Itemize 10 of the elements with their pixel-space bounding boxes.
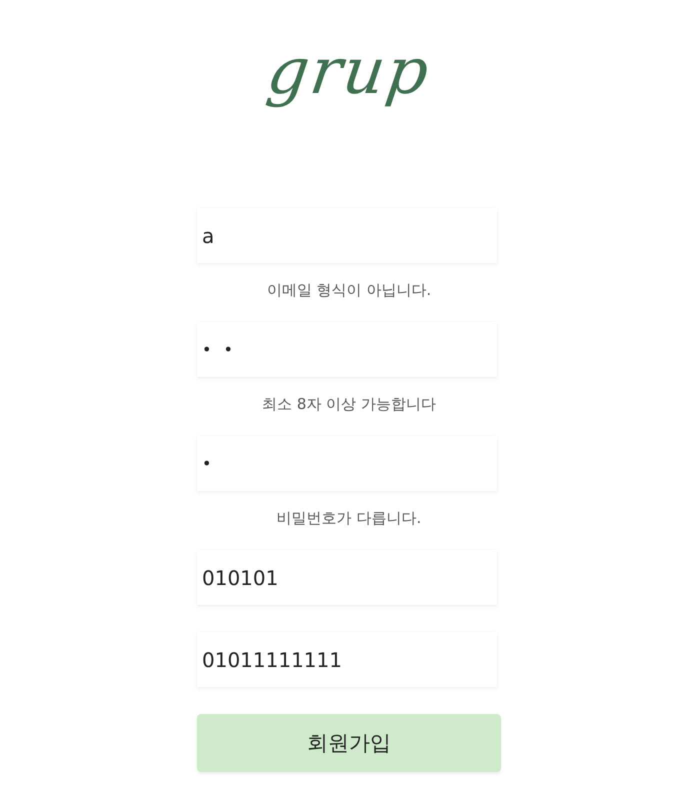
error-message: 비밀번호가 다릅니다. [276, 509, 422, 528]
password-field[interactable]: •• [197, 322, 497, 377]
error-message: 최소 8자 이상 가능합니다 [261, 395, 437, 414]
input-field[interactable]: 010101 [197, 550, 497, 605]
error-message: 이메일 형식이 아닙니다. [266, 281, 432, 300]
signup-button[interactable]: 회원가입 [197, 714, 501, 772]
input-field[interactable]: a [197, 208, 497, 263]
password-field[interactable]: • [197, 436, 497, 491]
input-field[interactable]: 01011111111 [197, 632, 497, 687]
logo: grup [262, 34, 436, 111]
